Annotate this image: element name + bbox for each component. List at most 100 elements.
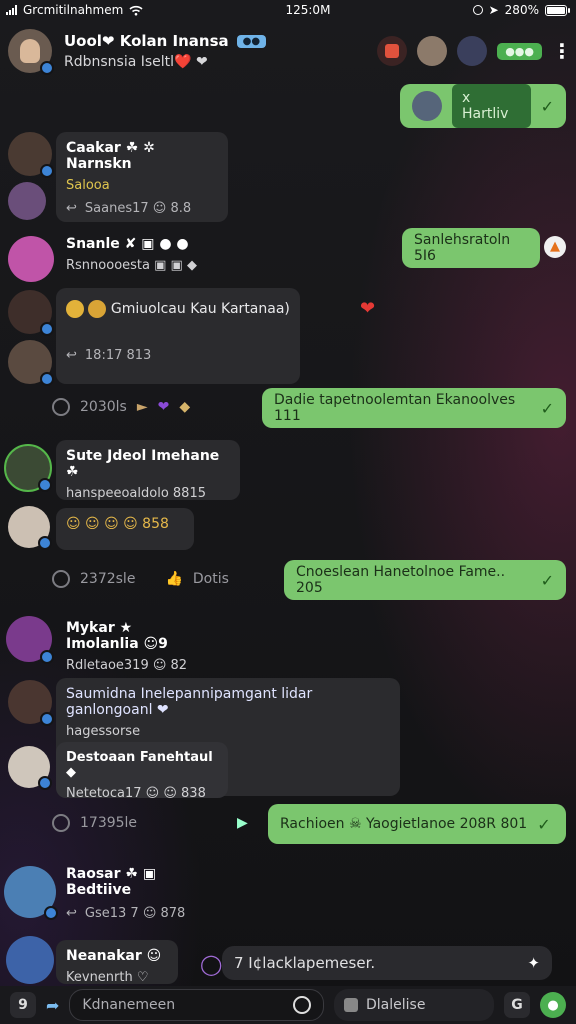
sticker-icon	[344, 998, 358, 1012]
message-text: Cnoeslean Hanetolnoe Fame.. 205	[296, 564, 506, 596]
sender-avatar[interactable]	[6, 616, 54, 664]
sender-avatar[interactable]	[8, 236, 54, 282]
verified-badge-icon	[38, 478, 52, 492]
reply-icon: ↩	[66, 906, 77, 921]
message-outgoing[interactable]: Dadie tapetnoolemtan Ekanoolves 111 ✓	[262, 388, 566, 428]
reply-icon: ↩	[66, 201, 77, 216]
system-row: 2030ls ► ❤ ◆	[52, 398, 190, 416]
compose-prompt[interactable]: 7 I¢lacklapemeser. ✦	[222, 946, 552, 980]
gif-button[interactable]: G	[504, 992, 530, 1018]
read-check-icon: ✓	[540, 570, 554, 590]
heart-reaction-icon: ❤	[360, 298, 376, 319]
composer: ◯ 7 I¢lacklapemeser. ✦ 9 ➦ Kdnanemeen Dl…	[0, 940, 576, 1024]
sender-avatar[interactable]	[4, 444, 52, 492]
message-incoming[interactable]: Caakar ☘ ✲ Narnskn Salooa ↩ Saanes17 ☺ 8…	[56, 132, 228, 222]
heart-icon: ❤	[157, 399, 170, 415]
wand-icon[interactable]: ✦	[527, 954, 540, 972]
voice-send-button[interactable]: ●	[540, 992, 566, 1018]
member-avatar-2[interactable]	[457, 36, 488, 66]
sender-name: Raosar ☘ ▣ Bedtiive	[66, 866, 157, 898]
system-row: 17395le ▶	[52, 814, 248, 832]
message-text: Rachioen ☠ Yaogietlanoe 208R 801	[280, 816, 528, 832]
sender-avatar[interactable]	[4, 866, 58, 920]
message-text: Sanlehsratoln 5I6	[414, 232, 511, 264]
emoji-icon	[88, 300, 107, 318]
reply-icon: ↩	[66, 348, 77, 363]
secondary-input[interactable]: Dlalelise	[334, 989, 494, 1021]
emoji-icon	[66, 300, 84, 318]
sender-name: Destoaan Fanehtaul ◆	[66, 750, 213, 780]
message-text: hanspeeoaldolo 8815	[66, 486, 206, 501]
signal-icon	[6, 5, 17, 15]
sender-name: Mykar ★ Imolanlia ☺9	[66, 620, 168, 652]
message-incoming[interactable]: Destoaan Fanehtaul ◆ Netetoca17 ☺ ☺ 838	[56, 742, 228, 801]
message-text: Netetoca17 ☺ ☺ 838	[66, 786, 206, 801]
sender-avatar[interactable]	[8, 290, 54, 336]
contact-status: Rdbnsnsia Iseltl❤️ ❤	[64, 54, 208, 70]
contact-avatar[interactable]	[8, 29, 54, 75]
video-call-button[interactable]	[377, 36, 408, 66]
verified-badge-icon	[38, 776, 52, 790]
read-check-icon: ✓	[540, 96, 554, 116]
message-incoming[interactable]: Snanle ✘ ▣ ● ● Rsnnoooesta ▣ ▣ ◆	[56, 228, 228, 286]
clock-icon	[52, 814, 70, 832]
sender-avatar	[412, 91, 442, 121]
message-outgoing[interactable]: x Hartliv ✓	[400, 84, 566, 128]
composer-bar: 9 ➦ Kdnanemeen Dlalelise G ●	[0, 986, 576, 1024]
message-text: Rdletaoe319 ☺ 82	[66, 658, 188, 673]
system-row: 2372sle 👍 Dotis	[52, 570, 229, 588]
sender-avatar[interactable]	[8, 506, 52, 550]
chat-header: Uool❤ Kolan Inansa ●● Rdbnsnsia Iseltl❤️…	[0, 22, 576, 80]
verified-badge-icon	[40, 712, 54, 726]
person-icon	[20, 39, 40, 63]
sender-avatar[interactable]	[8, 182, 46, 220]
sender-avatar[interactable]	[8, 340, 54, 386]
message-incoming[interactable]: Mykar ★ Imolanlia ☺9 Rdletaoe319 ☺ 82	[56, 612, 206, 673]
record-icon	[385, 44, 400, 58]
verified-badge-icon	[40, 322, 54, 336]
wifi-icon	[129, 5, 143, 15]
message-text: Gmiuolcau Kau Kartanaa)	[66, 300, 290, 318]
sticker-icon: ▶	[237, 815, 248, 831]
sender-avatar[interactable]	[8, 680, 54, 726]
sender-avatar[interactable]	[8, 132, 54, 178]
message-outgoing[interactable]: Cnoeslean Hanetolnoe Fame.. 205 ✓	[284, 560, 566, 600]
sender-avatar[interactable]	[8, 746, 52, 790]
message-text: Rsnnoooesta ▣ ▣ ◆	[66, 258, 197, 273]
location-icon: ➤	[488, 3, 499, 17]
verified-badge-icon	[38, 536, 52, 550]
message-outgoing[interactable]: Rachioen ☠ Yaogietlanoe 208R 801 ✓	[268, 804, 566, 844]
member-avatar-1[interactable]	[417, 36, 448, 66]
verified-badge-icon	[40, 372, 54, 386]
message-input[interactable]: Kdnanemeen	[69, 989, 324, 1021]
battery-icon	[544, 4, 570, 16]
share-icon[interactable]: ➦	[46, 996, 59, 1015]
thumbs-up-icon: 👍	[165, 571, 183, 587]
verified-badge-icon	[40, 61, 54, 75]
sender-name: Snanle ✘ ▣ ● ●	[66, 236, 189, 252]
message-incoming[interactable]: Raosar ☘ ▣ Bedtiive ↩ Gse13 7 ☺ 878	[56, 858, 214, 928]
alarm-icon	[472, 5, 483, 15]
message-incoming[interactable]: Sute Jdeol Imehane ☘ hanspeeoaldolo 8815	[56, 440, 240, 501]
verified-badge-icon	[40, 164, 54, 178]
sender-name: Sute Jdeol Imehane ☘	[66, 448, 220, 480]
camera-icon[interactable]	[293, 996, 311, 1014]
message-incoming[interactable]: Gmiuolcau Kau Kartanaa) ↩ 18:17 813	[56, 288, 300, 384]
more-options-icon[interactable]: ⋮	[552, 39, 572, 63]
battery-percent: 280%	[504, 3, 539, 17]
sticker-icon: ►	[136, 399, 148, 415]
message-meta: ↩ Gse13 7 ☺ 878	[66, 906, 186, 921]
message-text: x Hartliv	[452, 84, 531, 128]
message-outgoing[interactable]: Sanlehsratoln 5I6	[402, 228, 540, 268]
message-incoming[interactable]: ☺ ☺ ☺ ☺ 858	[56, 508, 194, 550]
attach-icon[interactable]: ◯	[200, 952, 222, 976]
message-text: hagessorse	[66, 724, 141, 739]
message-text: ☺ ☺ ☺ ☺ 858	[66, 516, 169, 532]
verified-badge-icon	[40, 650, 54, 664]
carrier-name: Grcmitilnahmem	[23, 3, 124, 17]
sender-name: Saumidna Inelepannipamgant lidar ganlong…	[66, 686, 313, 718]
message-text: Dadie tapetnoolemtan Ekanoolves 111	[274, 392, 516, 424]
status-bar: Grcmitilnahmem 125:0M ➤ 280%	[0, 0, 576, 20]
contact-name[interactable]: Uool❤ Kolan Inansa	[64, 32, 229, 50]
emoji-button[interactable]: 9	[10, 992, 36, 1018]
